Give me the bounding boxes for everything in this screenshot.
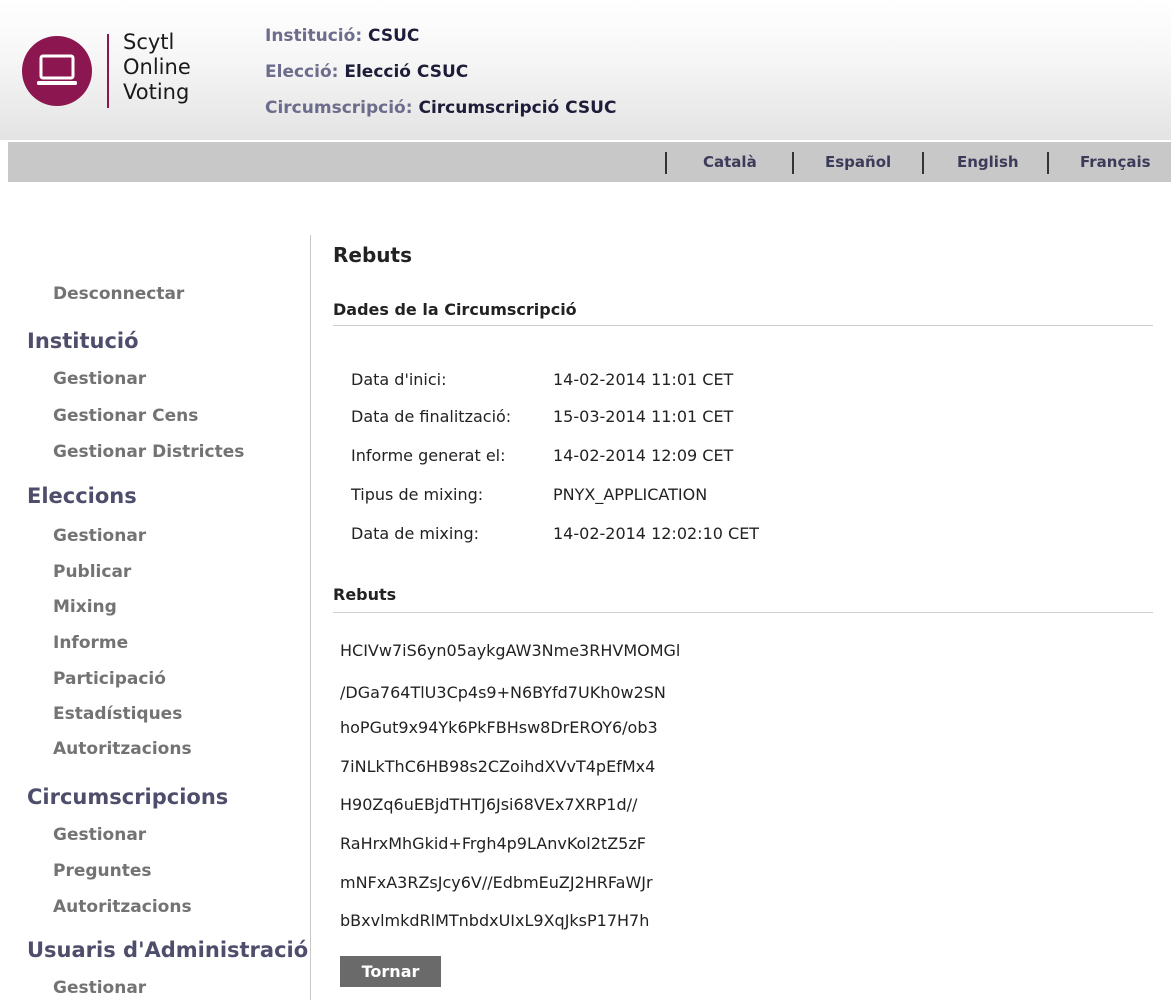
language-francais[interactable]: Français [1080, 142, 1151, 182]
detail-label: Data de mixing: [351, 524, 480, 543]
receipt-item: /DGa764TlU3Cp4s9+N6BYfd7UKh0w2SN [340, 683, 666, 702]
logo-wordmark: Scytl Online Voting [123, 30, 233, 105]
section-divider [333, 612, 1153, 613]
receipt-item: mNFxA3RZsJcy6V//EdbmEuZJ2HRFaWJr [340, 873, 653, 892]
sidebar-item-manage-census[interactable]: Gestionar Cens [53, 406, 198, 426]
logo-line: Scytl [123, 30, 175, 54]
sidebar-item-manage-districts[interactable]: Gestionar Districtes [53, 442, 244, 462]
district-data-title: Dades de la Circumscripció [333, 300, 577, 319]
receipt-item: HCIVw7iS6yn05aykgAW3Nme3RHVMOMGl [340, 641, 681, 660]
election-label: Elecció: [265, 62, 339, 82]
institution-label: Institució: [265, 26, 363, 46]
sidebar-heading-institution: Institució [27, 329, 139, 353]
sidebar-item-mixing[interactable]: Mixing [53, 597, 117, 617]
sidebar-item-admin-users-manage[interactable]: Gestionar [53, 978, 146, 998]
receipt-item: bBxvlmkdRlMTnbdxUIxL9XqJksP17H7h [340, 911, 650, 930]
detail-label: Tipus de mixing: [351, 485, 484, 504]
sidebar-divider [310, 235, 311, 1000]
sidebar-item-questions[interactable]: Preguntes [53, 861, 152, 881]
detail-label: Informe generat el: [351, 446, 506, 465]
sidebar-item-participation[interactable]: Participació [53, 669, 166, 689]
district-label: Circumscripció: [265, 98, 413, 118]
detail-value: 15-03-2014 11:01 CET [553, 407, 734, 426]
sidebar-heading-admin-users: Usuaris d'Administració [27, 938, 309, 962]
detail-value: 14-02-2014 11:01 CET [553, 370, 734, 389]
laptop-logo-icon [22, 36, 92, 106]
district-value: Circumscripció CSUC [418, 98, 617, 118]
sidebar-item-districts-manage[interactable]: Gestionar [53, 825, 146, 845]
sidebar-item-statistics[interactable]: Estadístiques [53, 704, 182, 724]
sidebar-item-elections-manage[interactable]: Gestionar [53, 526, 146, 546]
receipt-item: hoPGut9x94Yk6PkFBHsw8DrEROY6/ob3 [340, 718, 658, 737]
election-value: Elecció CSUC [344, 62, 469, 82]
election-info-row: Elecció: Elecció CSUC [265, 58, 616, 94]
detail-value: PNYX_APPLICATION [553, 485, 708, 504]
language-separator [922, 152, 924, 174]
receipt-item: H90Zq6uEBjdTHTJ6Jsi68VEx7XRP1d// [340, 795, 638, 814]
receipt-item: RaHrxMhGkid+Frgh4p9LAnvKol2tZ5zF [340, 834, 646, 853]
detail-label: Data d'inici: [351, 370, 447, 389]
institution-value: CSUC [368, 26, 420, 46]
sidebar-item-elections-authorizations[interactable]: Autoritzacions [53, 739, 192, 759]
back-button[interactable]: Tornar [340, 956, 441, 987]
receipts-title: Rebuts [333, 585, 397, 604]
language-separator [665, 152, 667, 174]
language-english[interactable]: English [957, 142, 1019, 182]
sidebar-heading-elections: Eleccions [27, 484, 137, 508]
election-info: Institució: CSUC Elecció: Elecció CSUC C… [265, 22, 616, 130]
sidebar-heading-districts: Circumscripcions [27, 785, 229, 809]
receipt-item: 7iNLkThC6HB98s2CZoihdXVvT4pEfMx4 [340, 757, 656, 776]
district-info: Circumscripció: Circumscripció CSUC [265, 94, 616, 130]
institution-info: Institució: CSUC [265, 22, 616, 58]
page-title: Rebuts [333, 243, 412, 267]
language-bar: Català Español English Français [8, 142, 1171, 182]
sidebar-item-institution-manage[interactable]: Gestionar [53, 369, 146, 389]
logo-line: Online [123, 55, 191, 79]
logout-link[interactable]: Desconnectar [53, 284, 184, 304]
language-separator [792, 152, 794, 174]
logo-divider [107, 34, 109, 108]
language-espanol[interactable]: Español [825, 142, 891, 182]
sidebar-item-districts-authorizations[interactable]: Autoritzacions [53, 897, 192, 917]
section-divider [333, 325, 1153, 326]
sidebar-item-publish[interactable]: Publicar [53, 562, 131, 582]
language-separator [1047, 152, 1049, 174]
app-header: Scytl Online Voting Institució: CSUC Ele… [0, 0, 1171, 140]
language-catala[interactable]: Català [703, 142, 757, 182]
logo-line: Voting [123, 80, 190, 104]
detail-label: Data de finalització: [351, 407, 512, 426]
detail-value: 14-02-2014 12:09 CET [553, 446, 734, 465]
detail-value: 14-02-2014 12:02:10 CET [553, 524, 760, 543]
sidebar-item-report[interactable]: Informe [53, 633, 128, 653]
